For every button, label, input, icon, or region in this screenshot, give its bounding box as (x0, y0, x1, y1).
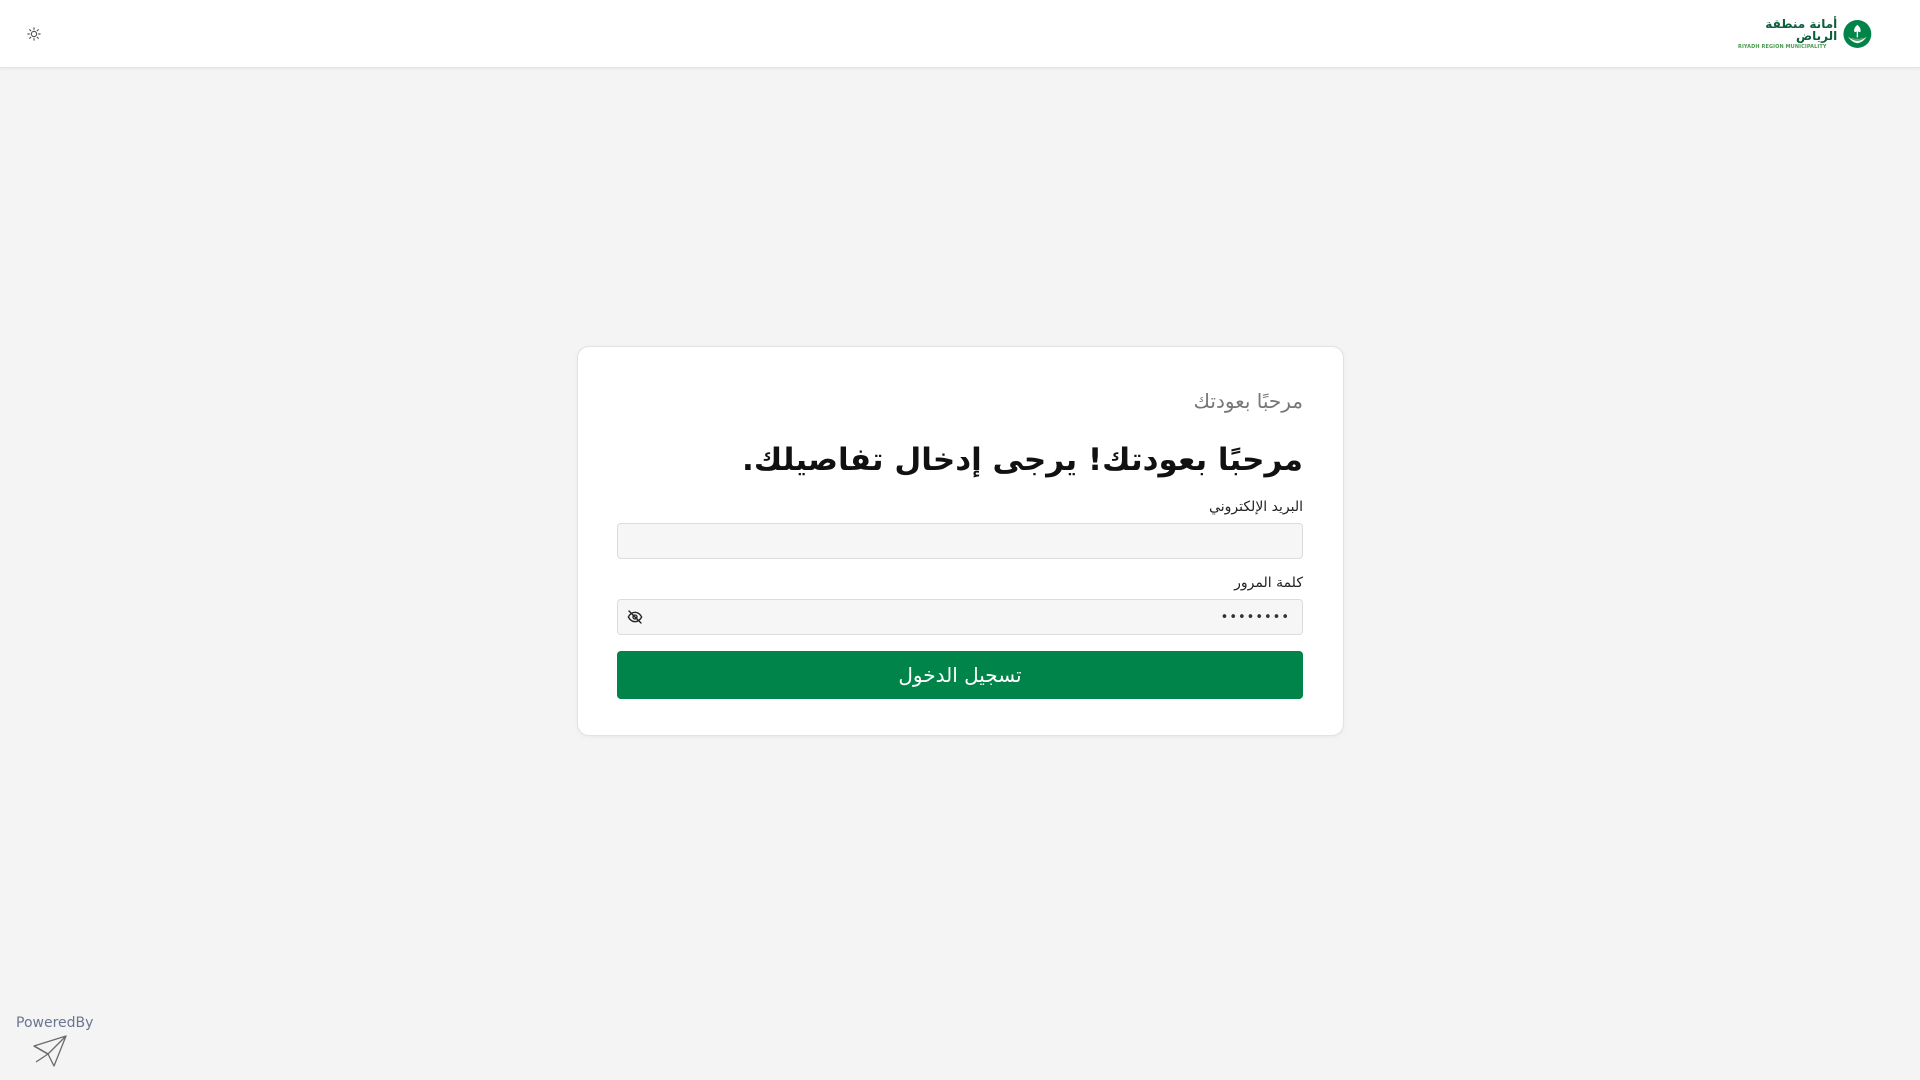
email-field-wrapper (617, 523, 1303, 559)
powered-by: PoweredBy (16, 1014, 126, 1070)
powered-by-label: PoweredBy (16, 1015, 94, 1031)
logo-name-en: RIYADH REGION MUNICIPALITY (1738, 44, 1827, 50)
login-card: مرحبًا بعودتك مرحبًا بعودتك! يرجى إدخال … (577, 346, 1344, 736)
toggle-password-visibility-button[interactable] (625, 607, 645, 627)
email-label: البريد الإلكتروني (1209, 499, 1303, 515)
password-label: كلمة المرور (1234, 575, 1303, 591)
email-field[interactable] (617, 523, 1303, 559)
logo-name-ar: أمانة منطقة الرياض (1765, 17, 1838, 43)
eye-off-icon (627, 610, 643, 624)
password-field-wrapper (617, 599, 1303, 635)
logo-text: أمانة منطقة الرياض RIYADH REGION MUNICIP… (1738, 18, 1837, 50)
riyadh-municipality-logo[interactable]: أمانة منطقة الرياض RIYADH REGION MUNICIP… (1738, 16, 1872, 52)
password-field[interactable] (617, 599, 1303, 635)
riyadh-emblem-icon (1843, 20, 1872, 48)
login-heading: مرحبًا بعودتك! يرجى إدخال تفاصيلك. (742, 442, 1303, 478)
sun-icon (27, 27, 41, 41)
top-bar: أمانة منطقة الرياض RIYADH REGION MUNICIP… (0, 0, 1920, 68)
theme-toggle-button[interactable] (22, 22, 46, 46)
login-button[interactable]: تسجيل الدخول (617, 651, 1303, 699)
paper-plane-icon (33, 1035, 67, 1067)
login-subtitle: مرحبًا بعودتك (1193, 389, 1303, 413)
